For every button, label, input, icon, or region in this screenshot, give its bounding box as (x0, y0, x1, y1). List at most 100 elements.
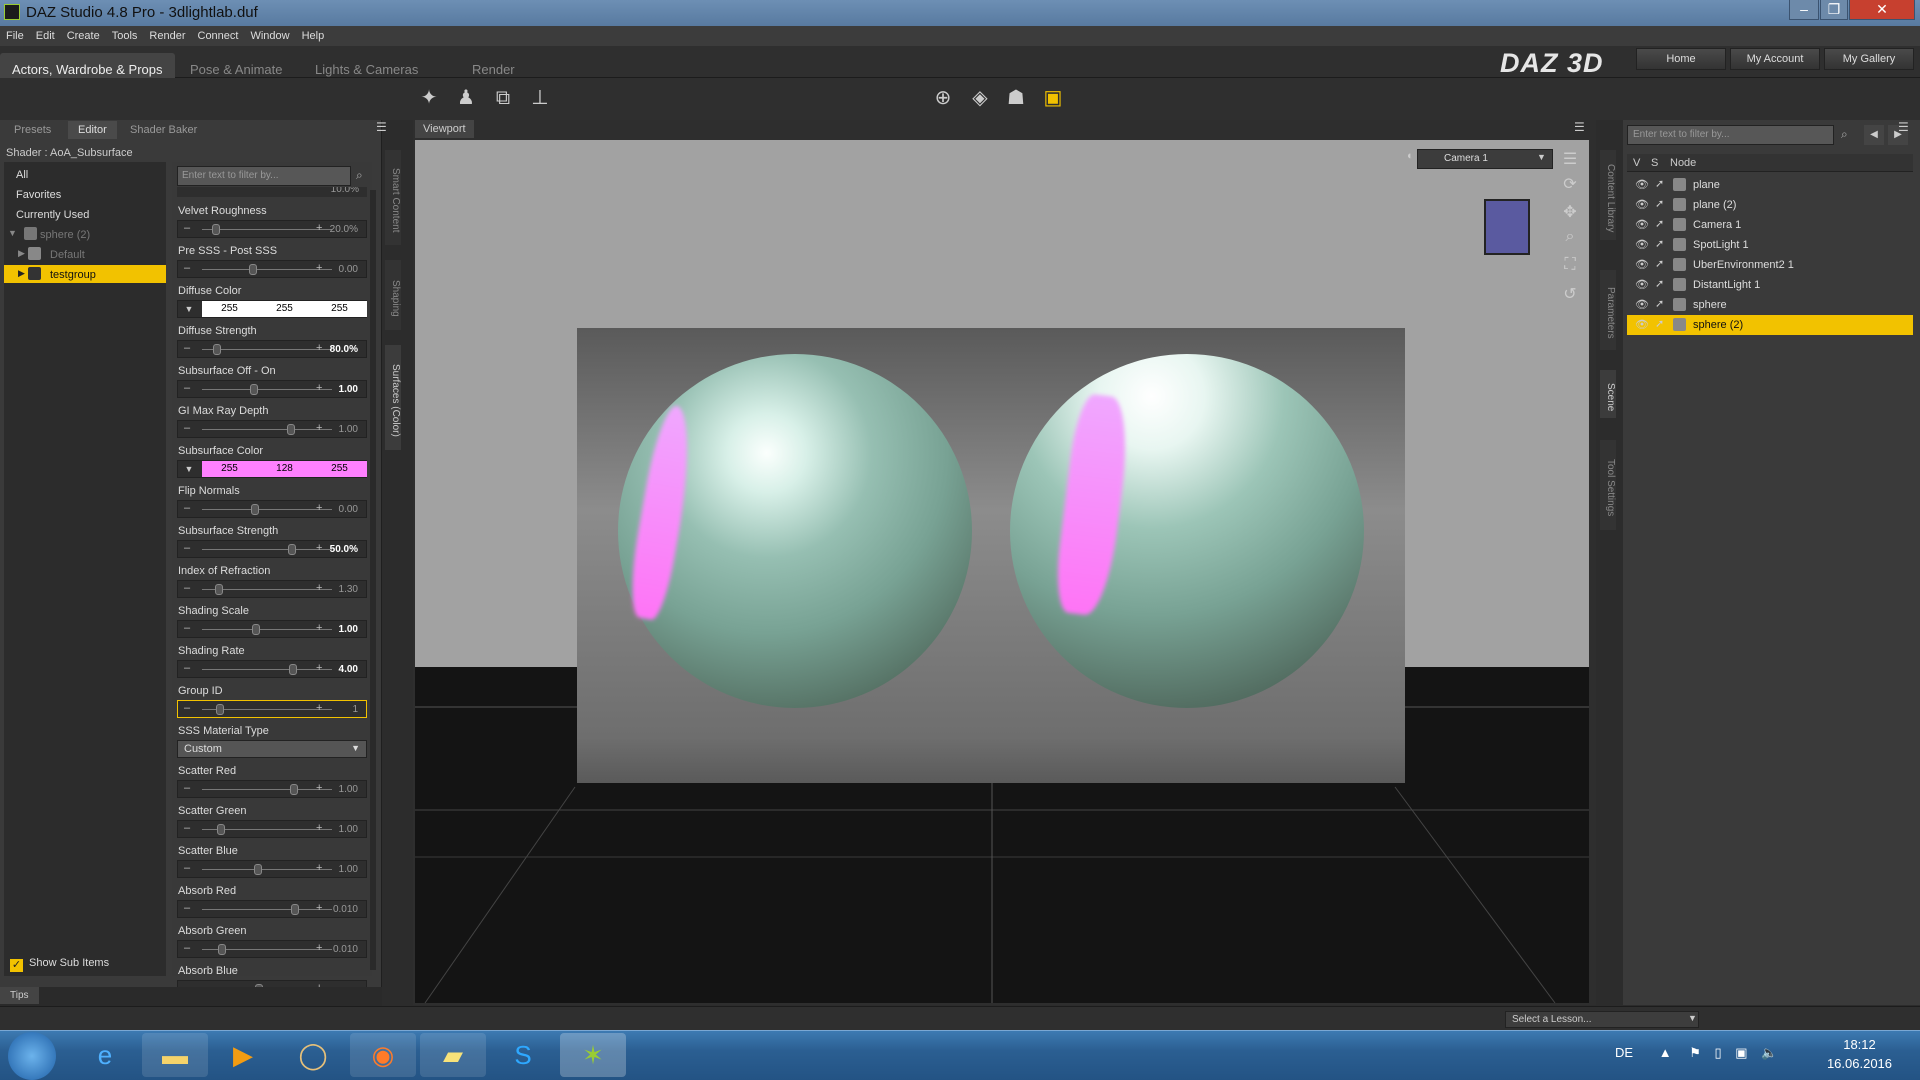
viewport-options-icon[interactable]: ☰ (1558, 149, 1582, 173)
slider-value[interactable]: 1.00 (339, 424, 358, 435)
tab-smart-content[interactable]: Smart Content (385, 150, 401, 245)
property-slider[interactable]: Subsurface Strength – +50.0% (177, 525, 367, 563)
increment-icon[interactable]: + (316, 422, 322, 434)
search-icon[interactable]: ⌕ (1841, 127, 1848, 142)
maximize-button[interactable]: ❐ (1820, 0, 1848, 20)
tab-content-library[interactable]: Content Library (1600, 150, 1616, 240)
add-prop-icon[interactable]: ✦ (415, 84, 443, 112)
property-slider[interactable]: Shading Scale – +1.00 (177, 605, 367, 643)
decrement-icon[interactable]: – (184, 662, 190, 674)
pane-menu-icon[interactable]: ☰ (376, 120, 387, 134)
tab-editor[interactable]: Editor (68, 121, 117, 139)
firefox-icon[interactable]: ◉ (350, 1033, 416, 1077)
collapse-arrow-icon[interactable]: ▶ (18, 268, 25, 279)
decrement-icon[interactable]: – (184, 942, 190, 954)
slider-handle[interactable] (250, 384, 258, 395)
visibility-eye-icon[interactable]: 👁 (1635, 178, 1649, 191)
tab-shader-baker[interactable]: Shader Baker (120, 121, 207, 139)
slider-value[interactable]: 1.30 (339, 584, 358, 595)
decrement-icon[interactable]: – (184, 222, 190, 234)
increment-icon[interactable]: + (316, 382, 322, 394)
expand-arrow-icon[interactable]: ▼ (8, 228, 17, 238)
increment-icon[interactable]: + (316, 942, 322, 954)
tab-presets[interactable]: Presets (4, 121, 61, 139)
decrement-icon[interactable]: – (184, 702, 190, 714)
network-icon[interactable]: ▣ (1735, 1045, 1747, 1060)
slider-handle[interactable] (290, 784, 298, 795)
render-camera-icon[interactable]: ▣ (1039, 84, 1067, 112)
camera-select[interactable]: Camera 1 (1417, 149, 1553, 169)
property-slider[interactable]: Subsurface Off - On – +1.00 (177, 365, 367, 403)
list-item[interactable]: Favorites (4, 185, 166, 203)
increment-icon[interactable]: + (316, 582, 322, 594)
geometry-editor-icon[interactable]: ☗ (1002, 84, 1030, 112)
tab-viewport[interactable]: Viewport (415, 120, 474, 138)
visibility-eye-icon[interactable]: 👁 (1635, 258, 1649, 271)
menu-edit[interactable]: Edit (30, 26, 61, 42)
node-tool-icon[interactable]: ⊥ (526, 84, 554, 112)
show-sub-items-checkbox[interactable]: ✓ Show Sub Items (10, 957, 109, 972)
selectable-arrow-icon[interactable]: ➚ (1655, 277, 1664, 290)
property-slider[interactable]: Scatter Green – +1.00 (177, 805, 367, 843)
minimize-button[interactable]: – (1789, 0, 1819, 20)
slider-track[interactable]: – +1.00 (177, 820, 367, 838)
decrement-icon[interactable]: – (184, 342, 190, 354)
menu-help[interactable]: Help (296, 26, 331, 42)
slider-track[interactable]: – +0.010 (177, 940, 367, 958)
visibility-eye-icon[interactable]: 👁 (1635, 278, 1649, 291)
color-blue-value[interactable]: 255 (312, 301, 367, 317)
property-slider[interactable]: Index of Refraction – +1.30 (177, 565, 367, 603)
ring-app-icon[interactable]: ◯ (280, 1033, 346, 1077)
slider-value[interactable]: 1.00 (339, 824, 358, 835)
property-slider[interactable]: Pre SSS - Post SSS – +0.00 (177, 245, 367, 283)
tab-scene[interactable]: Scene (1600, 370, 1616, 418)
explorer-icon[interactable]: ▬ (142, 1033, 208, 1077)
selectable-arrow-icon[interactable]: ➚ (1655, 197, 1664, 210)
color-red-value[interactable]: 255 (202, 301, 257, 317)
partially-visible-slider[interactable]: 10.0% (177, 187, 367, 197)
scene-node-row[interactable]: 👁 ➚ plane (2) (1627, 195, 1913, 215)
slider-handle[interactable] (215, 584, 223, 595)
slider-track[interactable]: – +1.00 (177, 780, 367, 798)
property-slider[interactable]: Absorb Red – +0.010 (177, 885, 367, 923)
property-slider[interactable]: Diffuse Strength – +80.0% (177, 325, 367, 363)
slider-value[interactable]: 0.00 (339, 264, 358, 275)
decrement-icon[interactable]: – (184, 862, 190, 874)
slider-value[interactable]: 1 (352, 704, 358, 715)
pane-menu-icon[interactable]: ☰ (1898, 120, 1909, 134)
device-icon[interactable]: ▯ (1714, 1045, 1721, 1060)
decrement-icon[interactable]: – (184, 822, 190, 834)
decrement-icon[interactable]: – (184, 502, 190, 514)
property-slider[interactable]: GI Max Ray Depth – +1.00 (177, 405, 367, 443)
decrement-icon[interactable]: – (184, 902, 190, 914)
slider-handle[interactable] (254, 864, 262, 875)
property-slider[interactable]: Diffuse Color ▼ 255 255 255 (177, 285, 367, 323)
slider-track[interactable]: – +0.00 (177, 500, 367, 518)
visibility-eye-icon[interactable]: 👁 (1635, 238, 1649, 251)
property-slider[interactable]: Flip Normals – +0.00 (177, 485, 367, 523)
action-center-icon[interactable]: ⚑ (1689, 1045, 1701, 1060)
internet-explorer-icon[interactable]: e (72, 1033, 138, 1077)
language-indicator[interactable]: DE (1615, 1045, 1633, 1060)
slider-track[interactable]: – +50.0% (177, 540, 367, 558)
slider-value[interactable]: 0.00 (339, 504, 358, 515)
chevron-down-icon[interactable]: ▼ (180, 301, 198, 317)
visibility-eye-icon[interactable]: 👁 (1635, 218, 1649, 231)
figure-tool-icon[interactable]: ♟ (452, 84, 480, 112)
close-button[interactable]: ✕ (1849, 0, 1915, 20)
scene-node-row[interactable]: 👁 ➚ Camera 1 (1627, 215, 1913, 235)
volume-icon[interactable]: 🔈 (1761, 1045, 1777, 1060)
slider-value[interactable]: 0.010 (333, 944, 358, 955)
my-gallery-button[interactable]: My Gallery (1824, 48, 1914, 70)
property-slider[interactable]: Scatter Blue – +1.00 (177, 845, 367, 883)
property-slider[interactable]: Subsurface Color ▼ 255 128 255 (177, 445, 367, 483)
slider-handle[interactable] (251, 504, 259, 515)
orbit-icon[interactable]: ⟳ (1558, 174, 1582, 198)
slider-track[interactable]: – +1 (177, 700, 367, 718)
search-icon[interactable]: ⌕ (356, 168, 363, 183)
slider-handle[interactable] (289, 664, 297, 675)
menu-connect[interactable]: Connect (192, 26, 245, 42)
property-slider[interactable]: Shading Rate – +4.00 (177, 645, 367, 683)
slider-track[interactable]: – +1.00 (177, 420, 367, 438)
property-filter-input[interactable]: Enter text to filter by... (177, 166, 351, 186)
